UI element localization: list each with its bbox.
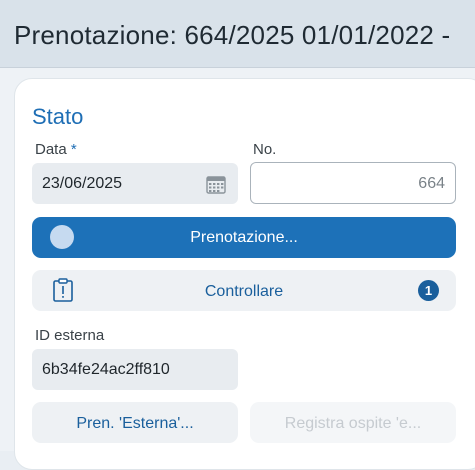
register-guest-label: Registra ospite 'e... [284,415,422,432]
number-label: No. [253,141,277,158]
section-title: Stato [32,104,84,129]
external-booking-button[interactable]: Pren. 'Esterna'... [32,402,238,443]
external-id-field[interactable]: 6b34fe24ac2ff810 [32,349,238,390]
window-title: Prenotazione: 664/2025 01/01/2022 - [14,20,451,50]
window-titlebar: Prenotazione: 664/2025 01/01/2022 - [0,0,475,68]
external-booking-label: Pren. 'Esterna'... [76,415,194,432]
external-id-label: ID esterna [35,327,105,344]
external-id-value: 6b34fe24ac2ff810 [42,361,170,378]
date-label-text: Data [35,141,67,158]
check-button[interactable]: Controllare 1 [32,270,456,311]
register-guest-button[interactable]: Registra ospite 'e... [250,402,456,443]
status-button-label: Prenotazione... [190,229,298,246]
date-label: Data * [35,141,77,158]
number-field[interactable]: 664 [250,162,456,204]
number-value: 664 [418,175,445,192]
status-button[interactable]: Prenotazione... [32,217,456,258]
date-value: 23/06/2025 [42,175,123,192]
check-count-badge: 1 [418,280,439,301]
required-mark: * [70,141,77,158]
calendar-icon[interactable] [206,174,226,194]
date-field[interactable]: 23/06/2025 [32,163,238,204]
check-button-label: Controllare [204,283,284,300]
